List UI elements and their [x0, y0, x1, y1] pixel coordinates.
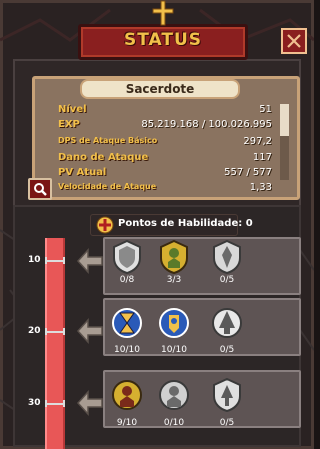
- stat-row-exp: EXP 85.219.168 / 100.026.995: [58, 119, 272, 130]
- tick-end: [45, 400, 47, 407]
- inspect-button[interactable]: [28, 178, 52, 200]
- skill-rank: 0/5: [219, 418, 235, 428]
- stat-value: 297,2: [243, 136, 272, 147]
- tree-level-bar-edge: [45, 238, 65, 449]
- stat-value: 51: [259, 104, 272, 115]
- skill-rank: 10/10: [114, 345, 140, 355]
- skill-rank: 3/3: [166, 275, 182, 285]
- paladin-skill-icon: [112, 380, 142, 410]
- skill-rank: 10/10: [161, 345, 187, 355]
- magnifier-icon: [34, 183, 47, 196]
- stats-scroll-thumb[interactable]: [280, 104, 289, 136]
- tier-level-label: 20: [28, 326, 41, 336]
- stat-row-level: Nível 51: [58, 104, 272, 115]
- tier-tick: [45, 403, 65, 405]
- tick-end: [63, 400, 65, 407]
- stat-row-hp: PV Atual 557 / 577: [58, 167, 272, 178]
- stat-row-attack-speed: Velocidade de Ataque 1,33: [58, 182, 272, 194]
- hourglass-skill-icon: [112, 308, 142, 338]
- stat-label: DPS de Ataque Básico: [58, 136, 158, 145]
- stat-row-damage: Dano de Ataque 117: [58, 152, 272, 163]
- cross-icon: [152, 0, 174, 26]
- tier-tick: [45, 260, 65, 262]
- window-title: STATUS: [123, 30, 202, 50]
- character-name: Sacerdote: [80, 79, 240, 99]
- stat-label: Dano de Ataque: [58, 152, 149, 163]
- tier-level-label: 10: [28, 255, 41, 265]
- spire-skill-icon: [212, 308, 242, 338]
- stat-row-dps: DPS de Ataque Básico 297,2: [58, 136, 272, 147]
- branch-arrow-icon: [76, 390, 103, 416]
- skill-rank: 0/10: [163, 418, 185, 428]
- tick-end: [45, 328, 47, 335]
- stat-value: 85.219.168 / 100.026.995: [141, 119, 272, 130]
- tier-level-label: 30: [28, 398, 41, 408]
- templar-skill-icon: [159, 380, 189, 410]
- stat-label: EXP: [58, 119, 80, 130]
- tier-tick: [45, 331, 65, 333]
- guardian-skill-icon: [159, 308, 189, 338]
- stat-value: 117: [252, 152, 272, 163]
- tick-end: [63, 257, 65, 264]
- tick-end: [63, 328, 65, 335]
- stat-label: PV Atual: [58, 167, 107, 178]
- beacon-skill-icon: [213, 378, 241, 412]
- tick-end: [45, 257, 47, 264]
- branch-arrow-icon: [76, 318, 103, 344]
- skill-points-label: Pontos de Habilidade: 0: [118, 218, 253, 229]
- aura-skill-icon: [213, 240, 241, 274]
- skill-rank: 0/5: [219, 275, 235, 285]
- stat-value: 557 / 577: [224, 167, 272, 178]
- branch-arrow-icon: [76, 248, 103, 274]
- stat-label: Nível: [58, 104, 87, 115]
- skill-rank: 0/5: [219, 345, 235, 355]
- skill-rank: 0/8: [119, 275, 135, 285]
- holy-knight-skill-icon: [160, 240, 188, 274]
- close-icon: [287, 34, 301, 48]
- stat-label: Velocidade de Ataque: [58, 182, 157, 191]
- close-button[interactable]: [281, 28, 307, 54]
- shield-skill-icon: [113, 240, 141, 274]
- skill-rank: 9/10: [116, 418, 138, 428]
- stat-value: 1,33: [249, 182, 272, 193]
- skill-point-icon: [96, 216, 114, 234]
